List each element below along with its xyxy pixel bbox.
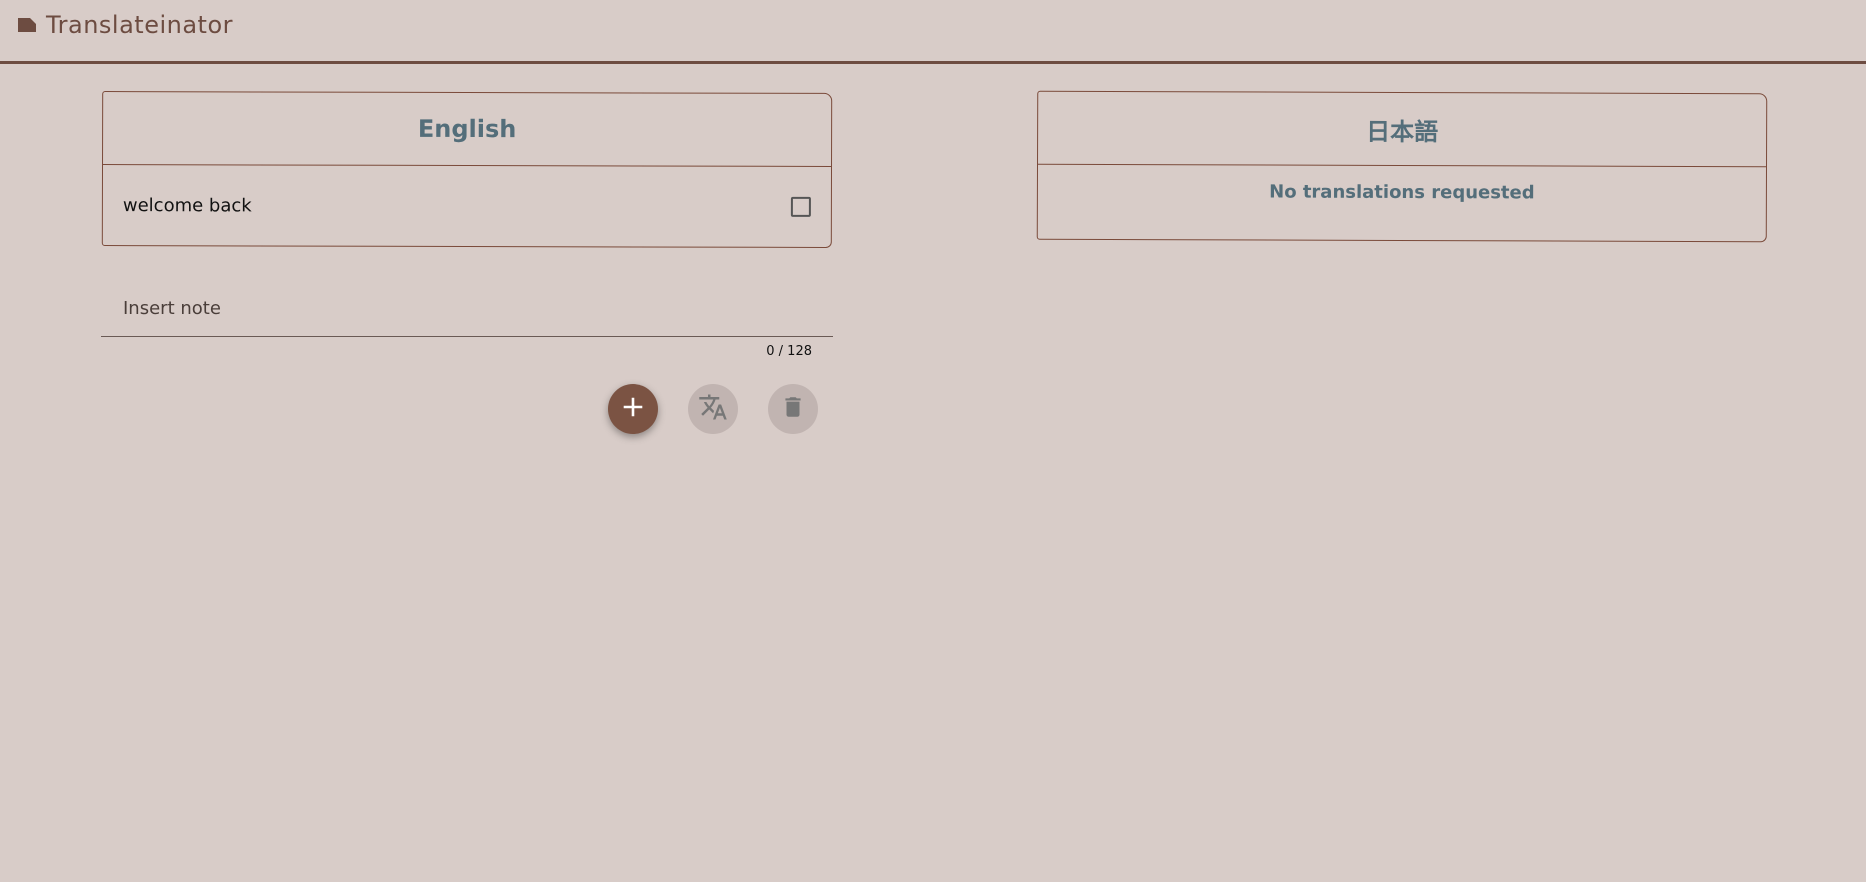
target-language-heading: 日本語 <box>1038 91 1767 168</box>
app-brand: Translateinator <box>16 11 233 39</box>
trash-icon <box>780 394 806 424</box>
label-icon <box>16 14 38 36</box>
empty-translations-message: No translations requested <box>1269 181 1535 204</box>
source-language-heading: English <box>103 92 832 167</box>
translate-button[interactable] <box>688 384 738 434</box>
note-item[interactable]: welcome back <box>103 165 831 247</box>
translate-icon <box>698 392 728 426</box>
note-input[interactable] <box>121 292 815 324</box>
note-text: welcome back <box>122 194 252 216</box>
character-counter: 0 / 128 <box>766 344 812 359</box>
source-language-panel: English welcome back <box>101 91 833 248</box>
note-input-field <box>101 280 833 337</box>
note-checkbox[interactable] <box>790 196 811 217</box>
target-language-panel: 日本語 No translations requested <box>1036 90 1768 243</box>
top-app-bar: Translateinator <box>0 0 1866 64</box>
plus-icon <box>622 396 644 422</box>
app-title: Translateinator <box>46 11 234 39</box>
delete-button[interactable] <box>768 384 818 434</box>
add-note-button[interactable] <box>608 384 658 434</box>
